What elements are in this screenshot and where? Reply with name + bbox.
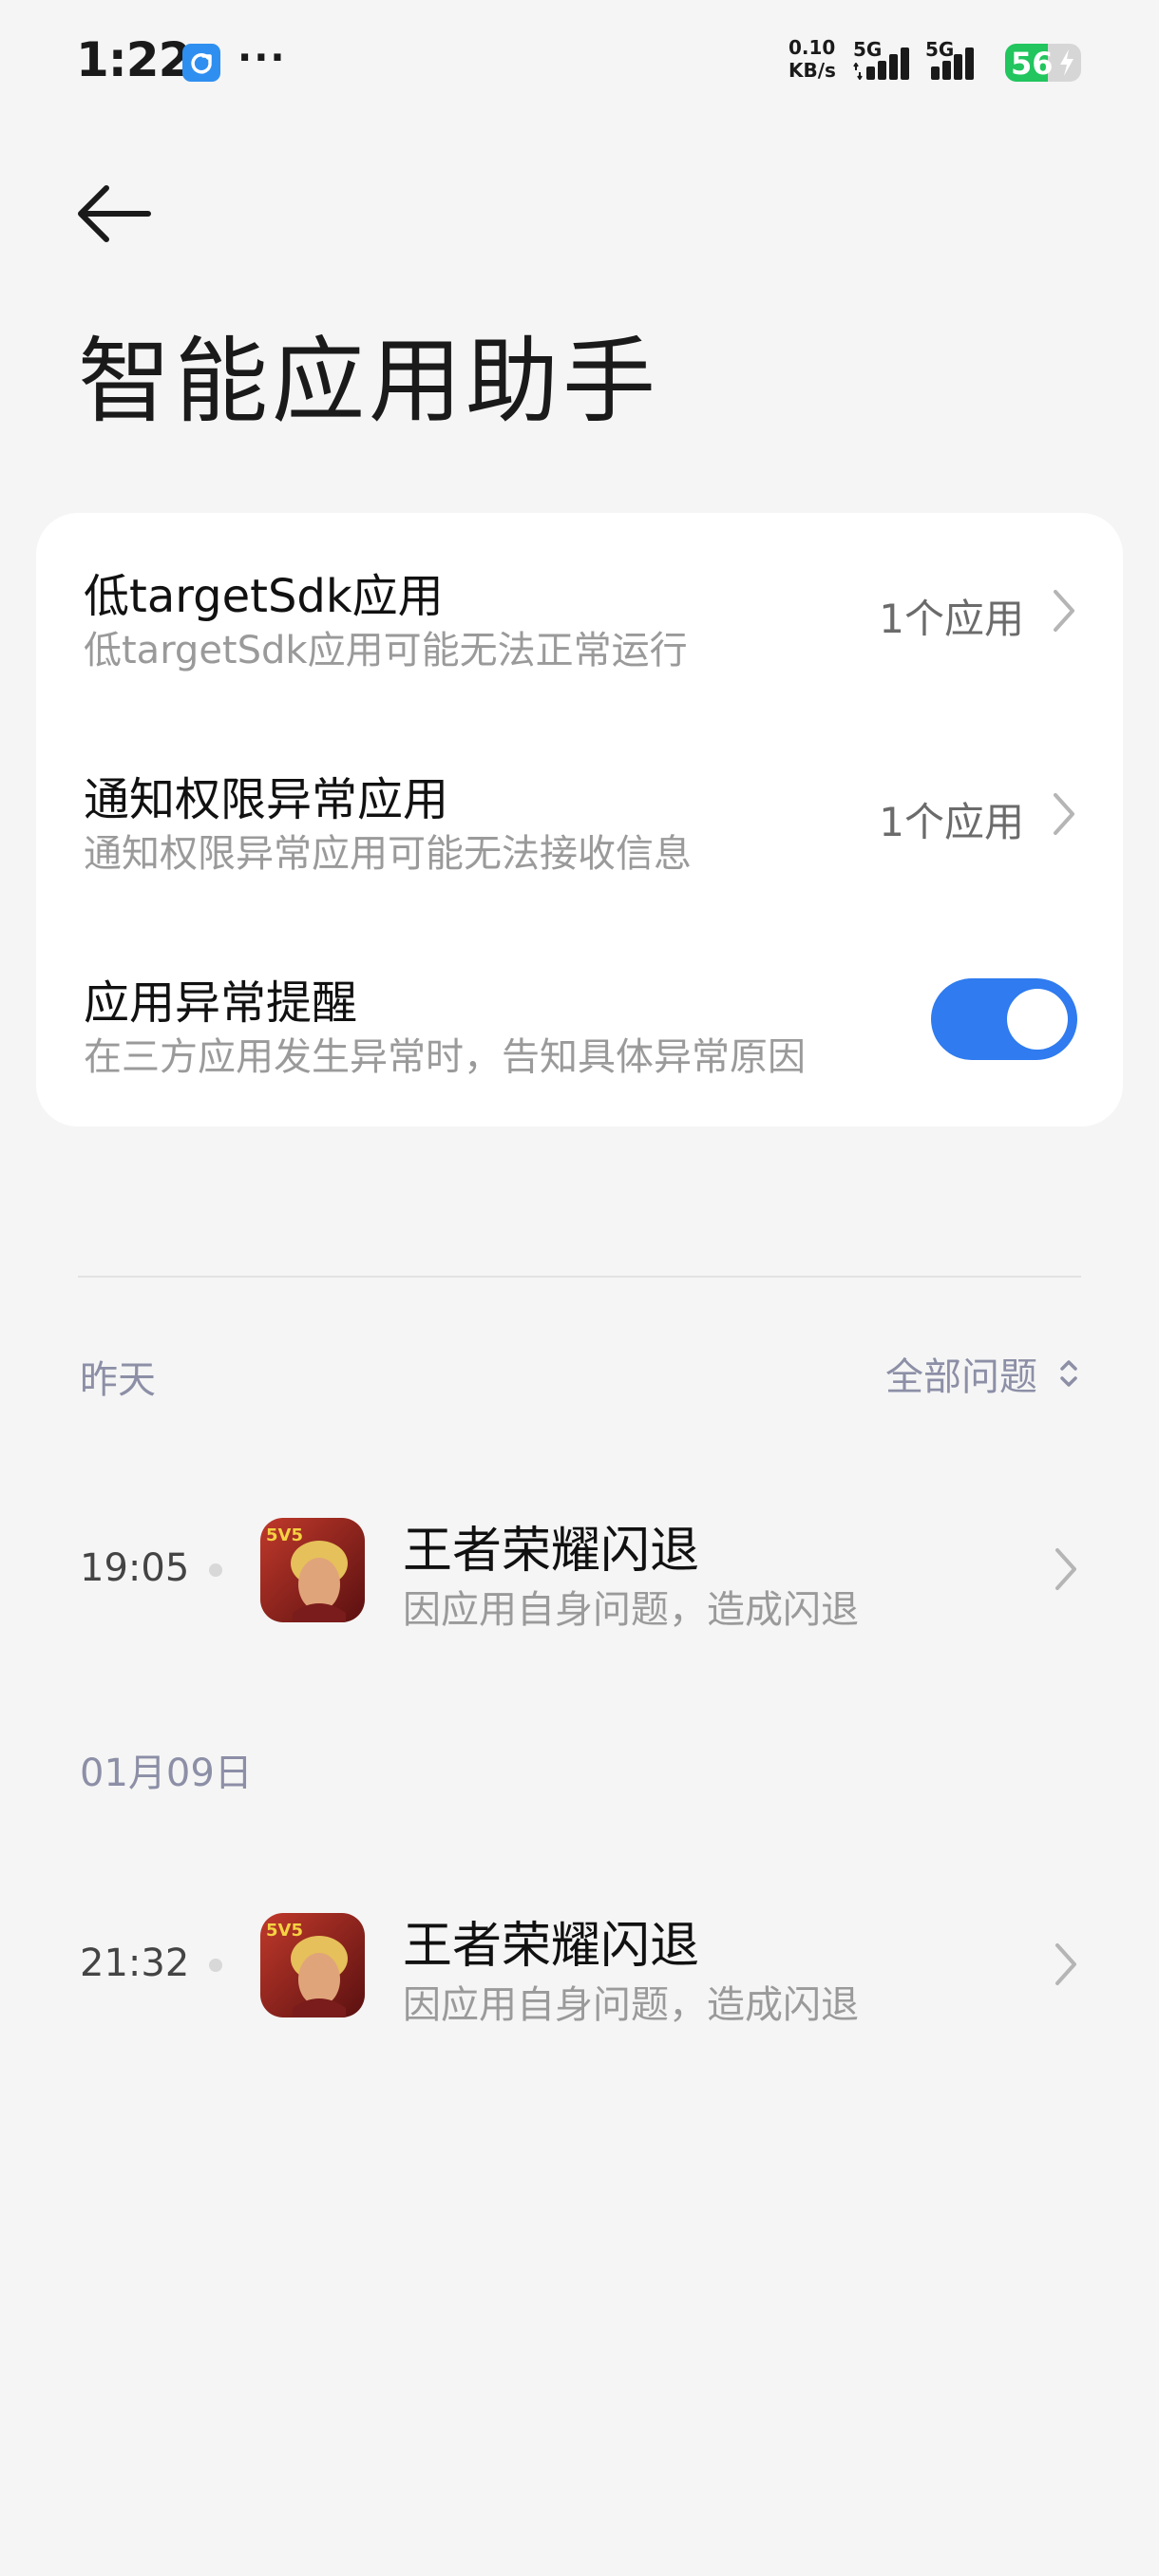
entry-time: 19:05 (80, 1546, 190, 1590)
row-title: 应用异常提醒 (84, 976, 358, 1030)
timeline-dot (209, 1959, 222, 1972)
back-button[interactable] (72, 171, 158, 256)
crash-log-entry[interactable]: 19:05 5V5 王者荣耀闪退 因应用自身问题，造成闪退 (0, 1484, 1159, 1655)
chevron-right-icon (1055, 1548, 1076, 1590)
honor-of-kings-app-icon: 5V5 (260, 1518, 365, 1622)
date-header-yesterday: 昨天 (80, 1358, 156, 1402)
row-value: 1个应用 (879, 799, 1024, 845)
row-title: 低targetSdk应用 (84, 570, 444, 623)
section-divider (78, 1276, 1081, 1278)
filter-label: 全部问题 (885, 1355, 1037, 1399)
page-title: 智能应用助手 (78, 328, 660, 436)
entry-reason: 因应用自身问题，造成闪退 (403, 1983, 859, 2027)
row-subtitle: 在三方应用发生异常时，告知具体异常原因 (84, 1035, 806, 1079)
timeline-dot (209, 1563, 222, 1577)
battery-icon: 56 (1005, 44, 1081, 82)
entry-title: 王者荣耀闪退 (403, 1523, 700, 1580)
toggle-knob (1007, 989, 1068, 1050)
network-speed: 0.10 KB/s (788, 36, 836, 82)
svg-text:5V5: 5V5 (266, 1525, 303, 1545)
entry-time: 21:32 (80, 1941, 190, 1985)
sim1-signal-icon: 5G (853, 38, 920, 82)
row-subtitle: 低targetSdk应用可能无法正常运行 (84, 629, 688, 672)
battery-level-text: 56 (1011, 46, 1054, 82)
sim2-signal-icon: 5G (925, 38, 992, 82)
more-notifications-icon: ··· (238, 36, 287, 80)
settings-card: 低targetSdk应用 低targetSdk应用可能无法正常运行 1个应用 通… (36, 513, 1123, 1127)
row-title: 通知权限异常应用 (84, 773, 449, 826)
sim2-network-tag: 5G (925, 38, 955, 61)
svg-text:5V5: 5V5 (266, 1921, 303, 1941)
chevron-right-icon (1055, 1943, 1076, 1985)
date-header-jan-09: 01月09日 (80, 1752, 253, 1795)
sync-app-icon (182, 44, 220, 82)
app-exception-alert-toggle[interactable] (931, 978, 1077, 1060)
net-speed-value: 0.10 (788, 36, 836, 59)
net-speed-unit: KB/s (788, 59, 836, 82)
arrow-left-icon (78, 185, 151, 242)
entry-reason: 因应用自身问题，造成闪退 (403, 1588, 859, 1632)
entry-title: 王者荣耀闪退 (403, 1918, 700, 1975)
app-exception-alert-row: 应用异常提醒 在三方应用发生异常时，告知具体异常原因 (36, 919, 1123, 1123)
sim1-network-tag: 5G (853, 38, 883, 61)
chevron-right-icon (1054, 590, 1074, 632)
status-time: 1:22 (76, 32, 191, 87)
notification-permission-apps-row[interactable]: 通知权限异常应用 通知权限异常应用可能无法接收信息 1个应用 (36, 716, 1123, 919)
status-bar: 1:22 ··· 0.10 KB/s 5G 5G 56 (0, 0, 1159, 123)
crash-log-entry[interactable]: 21:32 5V5 王者荣耀闪退 因应用自身问题，造成闪退 (0, 1879, 1159, 2050)
row-subtitle: 通知权限异常应用可能无法接收信息 (84, 832, 692, 876)
filter-dropdown[interactable]: 全部问题 (885, 1349, 1079, 1399)
honor-of-kings-app-icon: 5V5 (260, 1913, 365, 2017)
row-value: 1个应用 (879, 596, 1024, 642)
low-targetsdk-apps-row[interactable]: 低targetSdk应用 低targetSdk应用可能无法正常运行 1个应用 (36, 513, 1123, 716)
charging-icon (1060, 49, 1074, 76)
chevron-right-icon (1054, 793, 1074, 835)
sort-toggle-icon (1060, 1360, 1077, 1387)
